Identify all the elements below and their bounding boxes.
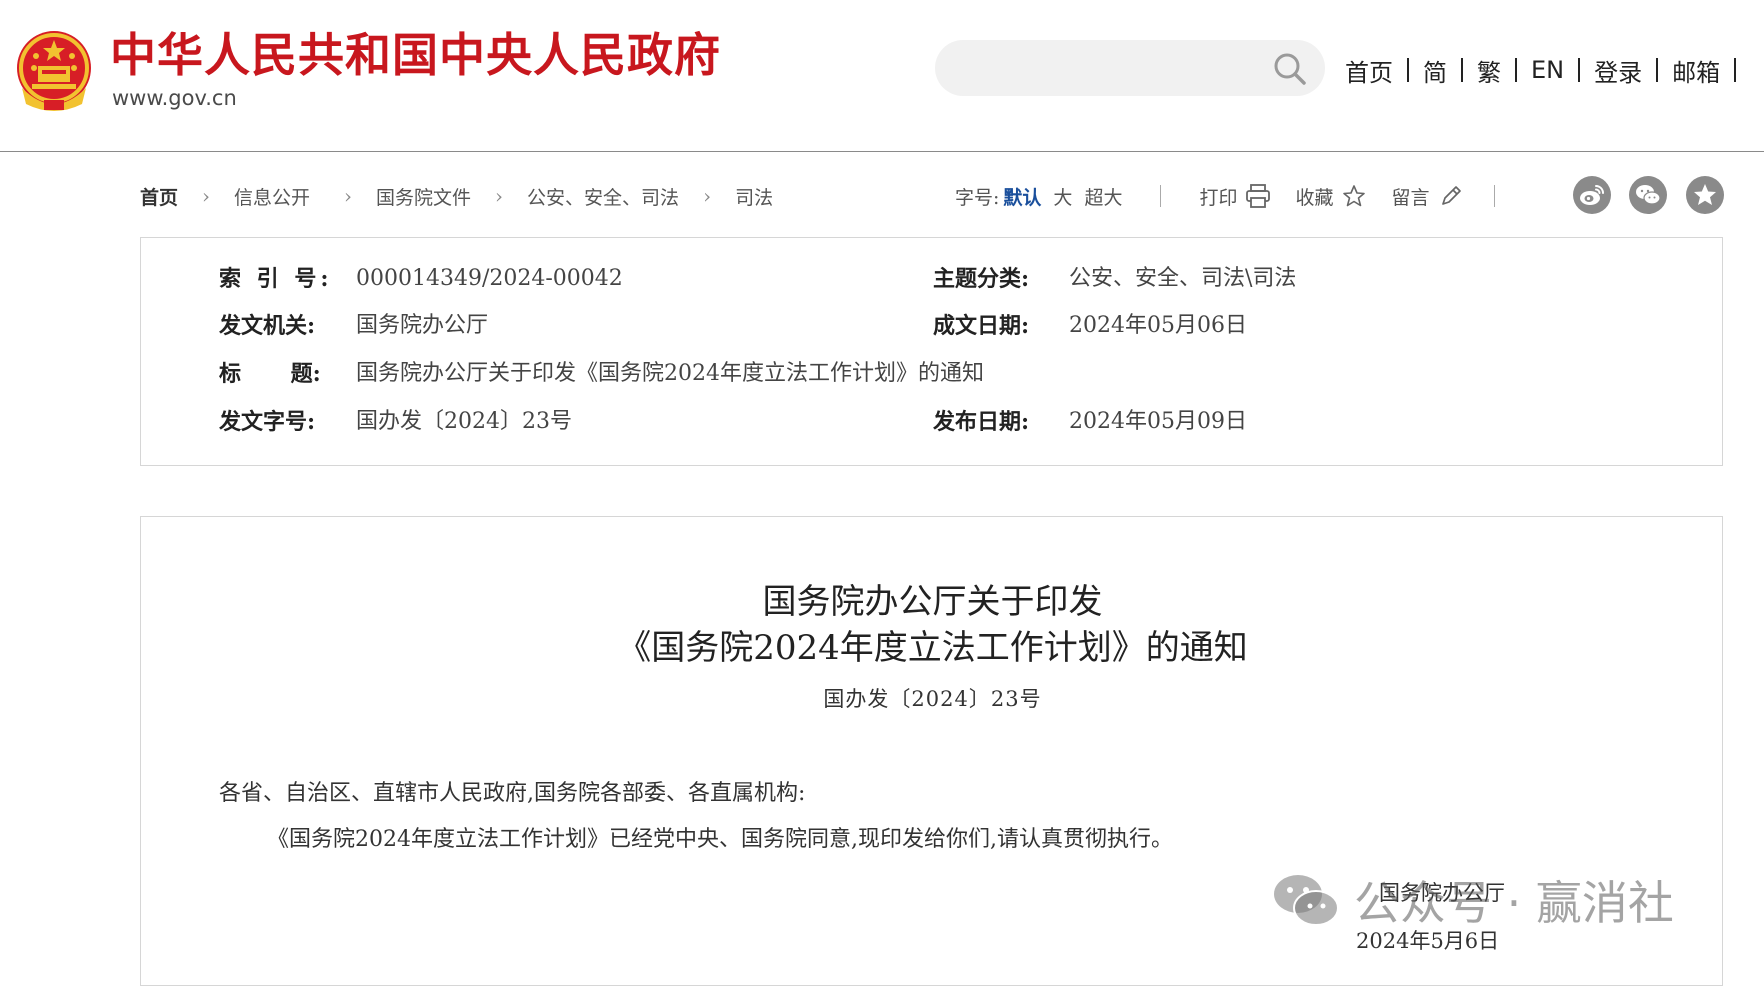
nav-divider xyxy=(1407,58,1409,82)
breadcrumb-home[interactable]: 首页 xyxy=(140,183,178,210)
chevron-right-icon: › xyxy=(495,184,504,208)
info-label-index: 索 引 号: xyxy=(219,266,333,292)
info-value-category: 公安、安全、司法\司法 xyxy=(1069,266,1297,291)
document-paragraph: 《国务院2024年度立法工作计划》已经党中央、国务院同意,现印发给你们,请认真贯… xyxy=(267,827,1173,852)
font-size-large[interactable]: 大 xyxy=(1053,183,1072,210)
print-button[interactable]: 打印 xyxy=(1199,183,1237,210)
nav-mail[interactable]: 邮箱 xyxy=(1672,53,1720,88)
wechat-icon xyxy=(1636,185,1661,205)
site-header: 中华人民共和国中央人民政府 www.gov.cn 首页 简 繁 EN 登录 邮箱 xyxy=(0,0,1764,152)
nav-traditional[interactable]: 繁 xyxy=(1477,53,1501,88)
font-size-label: 字号: xyxy=(955,186,1000,209)
info-label-docnum: 发文字号: xyxy=(219,409,316,435)
breadcrumb-judiciary[interactable]: 司法 xyxy=(735,183,773,210)
document-title-line2: 《国务院2024年度立法工作计划》的通知 xyxy=(617,628,1248,668)
favorite-button[interactable]: 收藏 xyxy=(1295,183,1333,210)
share-wechat-button[interactable] xyxy=(1629,176,1667,214)
search-icon[interactable] xyxy=(1273,52,1307,86)
toolbar-divider xyxy=(1160,185,1162,207)
info-label-published: 发布日期: xyxy=(933,409,1030,435)
document-number: 国办发〔2024〕23号 xyxy=(823,687,1042,711)
nav-divider xyxy=(1461,58,1463,82)
toolbar-divider xyxy=(1493,185,1495,207)
weibo-icon xyxy=(1580,185,1604,205)
search-input[interactable] xyxy=(959,40,1263,98)
pencil-icon[interactable] xyxy=(1438,183,1464,209)
info-label-category: 主题分类: xyxy=(933,266,1030,292)
national-emblem-icon[interactable] xyxy=(14,28,94,114)
breadcrumb: 首页 › 信息公开 › 国务院文件 › 公安、安全、司法 › 司法 xyxy=(140,181,773,211)
star-outline-icon[interactable] xyxy=(1341,183,1367,209)
nav-home[interactable]: 首页 xyxy=(1345,53,1393,88)
chevron-right-icon: › xyxy=(344,184,353,208)
chevron-right-icon: › xyxy=(703,184,712,208)
nav-simplified[interactable]: 简 xyxy=(1423,53,1447,88)
chevron-right-icon: › xyxy=(202,184,211,208)
document-title-line1: 国务院办公厅关于印发 xyxy=(762,582,1103,622)
nav-divider xyxy=(1578,58,1581,82)
breadcrumb-state-council-docs[interactable]: 国务院文件 xyxy=(376,183,471,210)
info-value-index: 000014349/2024-00042 xyxy=(356,266,623,291)
info-label-created: 成文日期: xyxy=(933,313,1030,339)
info-value-docnum: 国办发〔2024〕23号 xyxy=(356,409,572,434)
info-value-created: 2024年05月06日 xyxy=(1069,313,1247,338)
top-nav: 首页 简 繁 EN 登录 邮箱 xyxy=(1345,50,1750,90)
nav-divider xyxy=(1515,58,1517,82)
site-url[interactable]: www.gov.cn xyxy=(112,88,237,109)
comment-button[interactable]: 留言 xyxy=(1391,183,1429,210)
printer-icon[interactable] xyxy=(1245,183,1271,209)
share-weibo-button[interactable] xyxy=(1573,176,1611,214)
info-value-published: 2024年05月09日 xyxy=(1069,409,1247,434)
site-title[interactable]: 中华人民共和国中央人民政府 xyxy=(110,32,721,78)
document-salutation: 各省、自治区、直辖市人民政府,国务院各部委、各直属机构: xyxy=(219,781,806,806)
font-size-xlarge[interactable]: 超大 xyxy=(1084,183,1122,210)
nav-divider xyxy=(1656,58,1659,82)
font-size-default[interactable]: 默认 xyxy=(1003,183,1041,210)
nav-divider xyxy=(1734,58,1737,82)
info-value-issuer: 国务院办公厅 xyxy=(356,313,489,338)
share-qzone-button[interactable] xyxy=(1686,176,1724,214)
info-label-title: 标 题: xyxy=(219,361,321,387)
wechat-watermark: 公众号 · 赢消社 xyxy=(1270,870,1674,930)
document-info-table: 索 引 号: 000014349/2024-00042 主题分类: 公安、安全、… xyxy=(140,237,1723,466)
nav-english[interactable]: EN xyxy=(1531,56,1564,84)
wechat-logo-icon xyxy=(1274,875,1339,926)
page-toolbar: 字号: 默认 大 超大 打印 收藏 留言 xyxy=(955,181,1495,211)
info-label-issuer: 发文机关: xyxy=(219,313,316,339)
breadcrumb-public-security[interactable]: 公安、安全、司法 xyxy=(527,183,679,210)
search-box xyxy=(935,40,1325,98)
watermark-text: 公众号 · 赢消社 xyxy=(1354,876,1674,930)
nav-login[interactable]: 登录 xyxy=(1594,53,1642,88)
star-icon xyxy=(1694,184,1716,205)
breadcrumb-info-disclosure[interactable]: 信息公开 xyxy=(234,183,310,210)
info-value-title: 国务院办公厅关于印发《国务院2024年度立法工作计划》的通知 xyxy=(356,361,984,386)
